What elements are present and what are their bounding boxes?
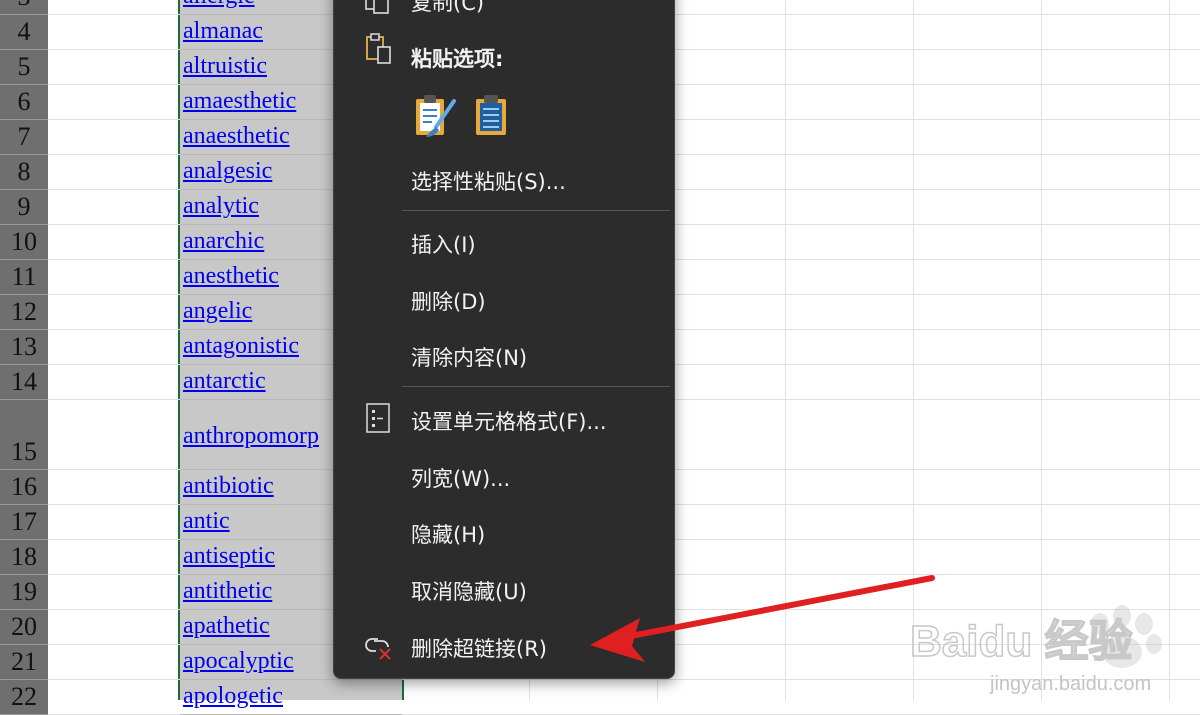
watermark-brand: Baidu 经验 bbox=[910, 617, 1132, 666]
baidu-watermark: Baidu 经验 jingyan.baidu.com bbox=[909, 605, 1162, 695]
watermark-url: jingyan.baidu.com bbox=[989, 673, 1151, 695]
